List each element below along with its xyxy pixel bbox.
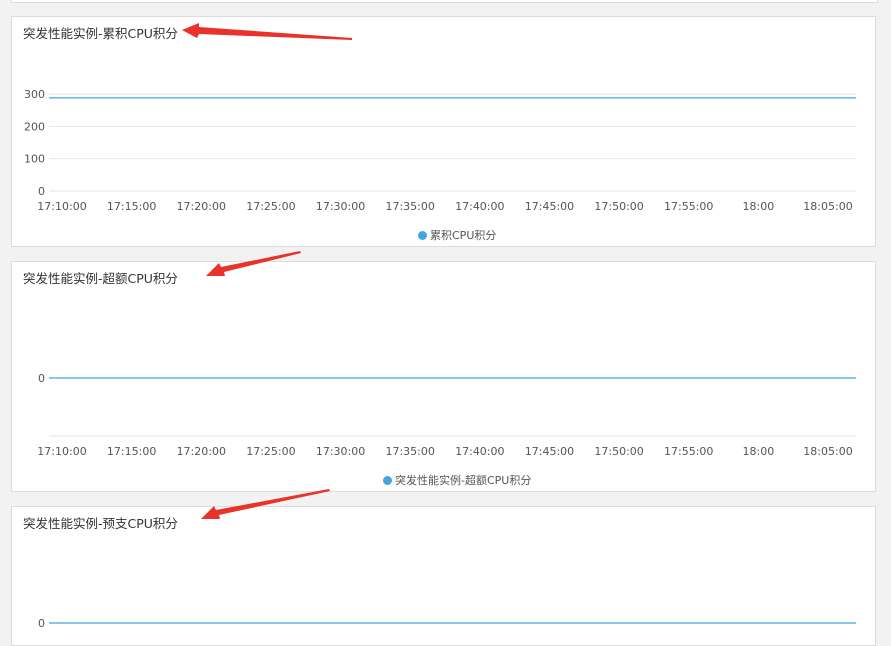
x-tick-label: 17:35:00: [385, 200, 434, 213]
x-tick-label: 18:00: [743, 445, 775, 458]
x-tick-label: 17:10:00: [37, 445, 86, 458]
chart-legend[interactable]: 突发性能实例-超额CPU积分: [383, 472, 531, 488]
y-tick-label: 100: [24, 153, 45, 166]
x-tick-label: 18:00: [743, 200, 775, 213]
chart-plot: 0: [38, 617, 856, 630]
legend-label: 累积CPU积分: [430, 229, 497, 242]
x-tick-label: 17:20:00: [177, 445, 226, 458]
x-tick-label: 17:40:00: [455, 445, 504, 458]
chart-panel-cumulative-cpu-credits: 突发性能实例-累积CPU积分 0 100 200 300 17:10:00 17:15:0…: [11, 16, 876, 247]
x-tick-label: 17:15:00: [107, 445, 156, 458]
legend-label: 突发性能实例-超额CPU积分: [395, 474, 532, 487]
x-tick-label: 17:25:00: [246, 445, 295, 458]
chart-panel-surplus-cpu-credits: 突发性能实例-超额CPU积分 0 17:10:00 17:15:00 17:20:00…: [11, 261, 876, 492]
legend-dot: [418, 231, 427, 240]
chart-panel-prepaid-cpu-credits: 突发性能实例-预支CPU积分 0: [11, 506, 876, 646]
y-tick-label: 200: [24, 120, 45, 133]
y-tick-label: 0: [38, 617, 45, 630]
x-tick-label: 17:25:00: [246, 200, 295, 213]
chart-legend[interactable]: 累积CPU积分: [418, 227, 496, 243]
y-tick-label: 0: [38, 372, 45, 385]
chart-plot: 0 100 200 300 17:10:00 17:15:00 17:20:00 17:25:…: [24, 88, 856, 213]
y-tick-label: 0: [38, 185, 45, 198]
x-tick-label: 17:15:00: [107, 200, 156, 213]
x-tick-label: 17:30:00: [316, 200, 365, 213]
x-tick-label: 18:05:00: [803, 445, 852, 458]
chart-plot: 0 17:10:00 17:15:00 17:20:00 17:25:00 17:30:0…: [37, 372, 856, 458]
x-tick-label: 17:35:00: [385, 445, 434, 458]
x-tick-label: 17:30:00: [316, 445, 365, 458]
x-tick-label: 17:10:00: [37, 200, 86, 213]
x-tick-label: 17:20:00: [177, 200, 226, 213]
x-tick-label: 17:50:00: [594, 200, 643, 213]
x-tick-label: 17:40:00: [455, 200, 504, 213]
x-tick-label: 17:45:00: [525, 445, 574, 458]
x-tick-label: 17:55:00: [664, 200, 713, 213]
previous-panel-edge: [11, 0, 878, 3]
y-tick-label: 300: [24, 88, 45, 101]
x-tick-label: 17:45:00: [525, 200, 574, 213]
x-tick-label: 18:05:00: [803, 200, 852, 213]
legend-dot: [383, 476, 392, 485]
x-tick-label: 17:50:00: [594, 445, 643, 458]
x-tick-label: 17:55:00: [664, 445, 713, 458]
